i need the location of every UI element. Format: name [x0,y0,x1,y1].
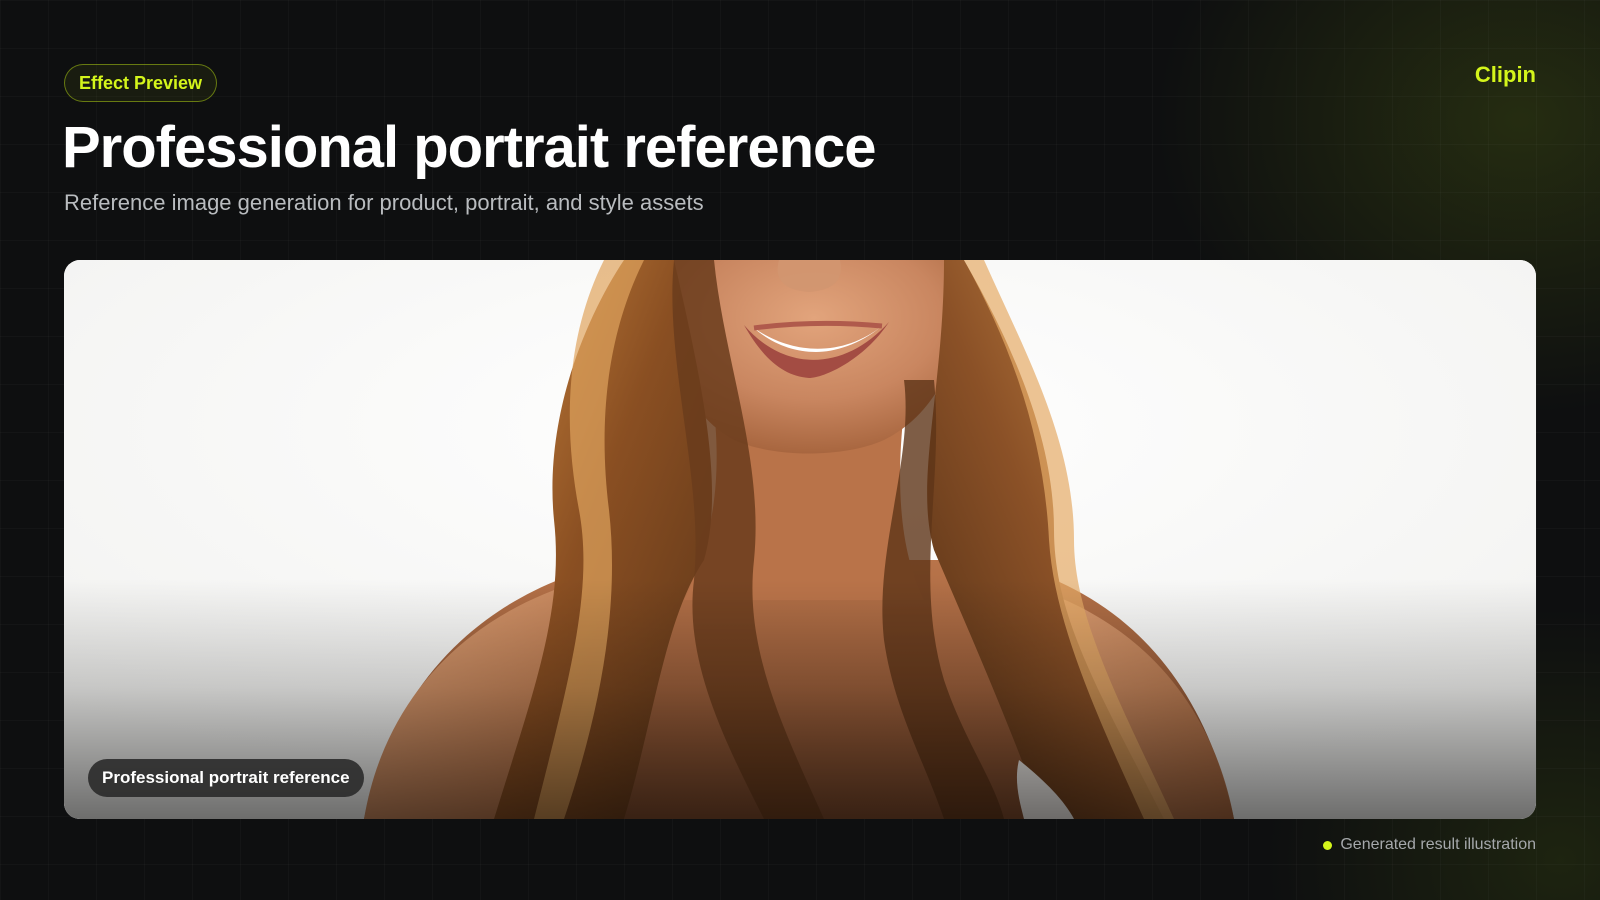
page-subtitle: Reference image generation for product, … [64,190,704,215]
preview-image-card[interactable]: Professional portrait reference [64,260,1536,819]
footnote-text: Generated result illustration [1340,836,1536,853]
image-caption-chip: Professional portrait reference [88,759,364,797]
dot-icon [1323,840,1333,850]
badge-label: Effect Preview [79,72,203,93]
page: Effect Preview Clipin Professional portr… [0,0,1600,900]
brand-logo[interactable]: Clipin [1475,62,1536,88]
page-title: Professional portrait reference [62,115,877,180]
image-caption: Professional portrait reference [102,768,350,787]
effect-preview-badge: Effect Preview [64,64,218,102]
footnote: Generated result illustration [1323,836,1536,854]
portrait-image [64,260,1536,819]
